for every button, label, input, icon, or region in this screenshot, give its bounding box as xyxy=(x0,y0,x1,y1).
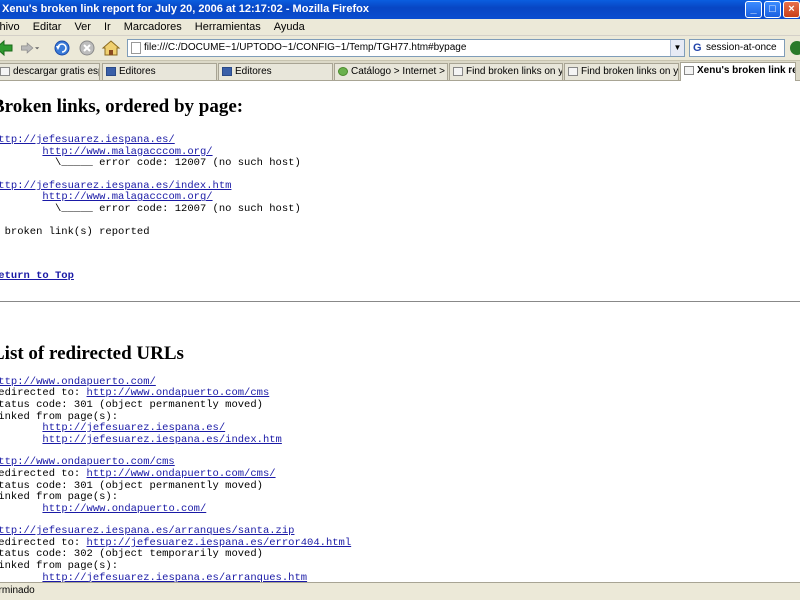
redirect-source-link[interactable]: http://www.ondapuerto.com/cms xyxy=(0,456,175,469)
linked-from-link[interactable]: http://www.ondapuerto.com/ xyxy=(42,503,206,515)
tab-label: Find broken links on your... xyxy=(581,66,679,77)
linked-from-label: linked from page(s): xyxy=(0,491,119,504)
menu-ir[interactable]: Ir xyxy=(104,21,111,33)
redirect-entry-3: http://jefesuarez.iespana.es/arranques/s… xyxy=(0,525,800,582)
status-code-text: status code: 302 (object temporarily mov… xyxy=(0,548,263,561)
tab-label: Editores xyxy=(235,66,272,77)
menu-bar: chivo Editar Ver Ir Marcadores Herramien… xyxy=(0,19,800,36)
redirect-target-link[interactable]: http://www.ondapuerto.com/cms/ xyxy=(87,468,276,480)
site-icon xyxy=(106,67,116,76)
search-text: session-at-once xyxy=(706,42,777,53)
page-icon xyxy=(684,66,694,75)
page-icon xyxy=(131,42,141,54)
navigation-toolbar: file:///C:/DOCUME~1/UPTODO~1/CONFIG~1/Te… xyxy=(0,36,800,61)
redirect-target-link[interactable]: http://www.ondapuerto.com/cms xyxy=(87,387,270,400)
url-text: file:///C:/DOCUME~1/UPTODO~1/CONFIG~1/Te… xyxy=(144,42,467,53)
broken-page-link[interactable]: http://jefesuarez.iespana.es/ xyxy=(0,134,175,146)
broken-target-link[interactable]: http://www.malagacccom.org/ xyxy=(42,146,212,158)
forward-arrow-icon[interactable] xyxy=(20,39,40,57)
broken-entry-2: http://jefesuarez.iespana.es/index.htm h… xyxy=(0,180,800,216)
menu-editar[interactable]: Editar xyxy=(33,21,62,33)
linked-from-link[interactable]: http://jefesuarez.iespana.es/ xyxy=(42,422,225,434)
section-divider xyxy=(0,301,800,302)
page-icon xyxy=(453,67,463,76)
tab-editores-1[interactable]: Editores xyxy=(102,63,217,80)
tab-label: Catálogo > Internet > V... xyxy=(351,66,447,77)
status-text: Terminado xyxy=(0,585,35,596)
tab-label: descargar gratis español ... xyxy=(13,66,99,77)
redirect-source-link[interactable]: http://jefesuarez.iespana.es/arranques/s… xyxy=(0,525,294,537)
url-dropdown-chevron-icon[interactable]: ▼ xyxy=(670,40,684,56)
tab-descargar[interactable]: descargar gratis español ... xyxy=(0,63,100,80)
menu-marcadores[interactable]: Marcadores xyxy=(124,21,182,33)
google-search-icon[interactable]: G xyxy=(693,40,702,56)
site-icon xyxy=(222,67,232,76)
tab-find-broken-2[interactable]: Find broken links on your... xyxy=(564,63,679,80)
redirect-entry-1: http://www.ondapuerto.com/ redirected to… xyxy=(0,376,800,447)
window-title: Xenu's broken link report for July 20, 2… xyxy=(2,3,369,15)
linked-from-label: linked from page(s): xyxy=(0,560,119,573)
linked-from-label: linked from page(s): xyxy=(0,410,119,423)
redirect-entry-2: http://www.ondapuerto.com/cms redirected… xyxy=(0,457,800,515)
broken-target-link[interactable]: http://www.malagacccom.org/ xyxy=(42,191,212,204)
broken-links-heading: Broken links, ordered by page: xyxy=(0,96,244,117)
stop-icon[interactable] xyxy=(77,39,97,57)
broken-page-link[interactable]: http://jefesuarez.iespana.es/index.htm xyxy=(0,180,231,192)
maximize-button[interactable]: □ xyxy=(764,1,781,18)
page-icon xyxy=(568,67,578,76)
close-button[interactable]: × xyxy=(783,1,800,18)
site-icon xyxy=(338,67,348,76)
return-to-top-link[interactable]: Return to Top xyxy=(0,270,74,282)
menu-ayuda[interactable]: Ayuda xyxy=(274,21,305,33)
redirected-urls-heading: List of redirected URLs xyxy=(0,342,184,364)
search-go-icon[interactable] xyxy=(790,41,800,55)
redirect-label: redirected to: xyxy=(0,467,87,480)
minimize-button[interactable]: _ xyxy=(745,1,762,18)
broken-count: 2 broken link(s) reported xyxy=(0,225,150,238)
url-input[interactable]: file:///C:/DOCUME~1/UPTODO~1/CONFIG~1/Te… xyxy=(127,39,685,57)
broken-error-text: \_____ error code: 12007 (no such host) xyxy=(55,157,301,170)
redirect-source-link[interactable]: http://www.ondapuerto.com/ xyxy=(0,376,156,388)
page-icon xyxy=(0,67,10,76)
home-icon[interactable] xyxy=(101,39,121,57)
linked-from-link[interactable]: http://jefesuarez.iespana.es/arranques.h… xyxy=(42,572,307,582)
status-code-text: status code: 301 (object permanently mov… xyxy=(0,479,263,492)
back-arrow-icon[interactable] xyxy=(0,39,14,57)
search-input[interactable]: G session-at-once xyxy=(689,39,785,57)
tab-editores-2[interactable]: Editores xyxy=(218,63,333,80)
redirect-label: redirected to: xyxy=(0,387,87,400)
tab-label: Find broken links on your... xyxy=(466,66,563,77)
tab-xenu-active[interactable]: Xenu's broken link re... xyxy=(680,62,796,81)
status-code-text: status code: 301 (object permanently mov… xyxy=(0,398,263,411)
status-bar: Terminado xyxy=(0,582,800,600)
tab-bar: descargar gratis español ... Editores Ed… xyxy=(0,61,800,81)
broken-error-text: \_____ error code: 12007 (no such host) xyxy=(55,202,301,215)
tab-find-broken-1[interactable]: Find broken links on your... xyxy=(449,63,563,80)
menu-herramientas[interactable]: Herramientas xyxy=(195,21,261,33)
menu-archivo[interactable]: chivo xyxy=(0,21,20,33)
redirect-target-link[interactable]: http://jefesuarez.iespana.es/error404.ht… xyxy=(87,537,352,549)
broken-entry-1: http://jefesuarez.iespana.es/ http://www… xyxy=(0,134,800,170)
redirect-label: redirected to: xyxy=(0,536,87,549)
linked-from-link[interactable]: http://jefesuarez.iespana.es/index.htm xyxy=(42,434,281,446)
reload-icon[interactable] xyxy=(52,39,72,57)
tab-label: Editores xyxy=(119,66,156,77)
tab-label: Xenu's broken link re... xyxy=(697,65,796,76)
page-content: Broken links, ordered by page: http://je… xyxy=(0,82,800,582)
window-titlebar[interactable]: Xenu's broken link report for July 20, 2… xyxy=(0,0,800,19)
menu-ver[interactable]: Ver xyxy=(74,21,91,33)
tab-catalogo[interactable]: Catálogo > Internet > V... xyxy=(334,63,448,80)
